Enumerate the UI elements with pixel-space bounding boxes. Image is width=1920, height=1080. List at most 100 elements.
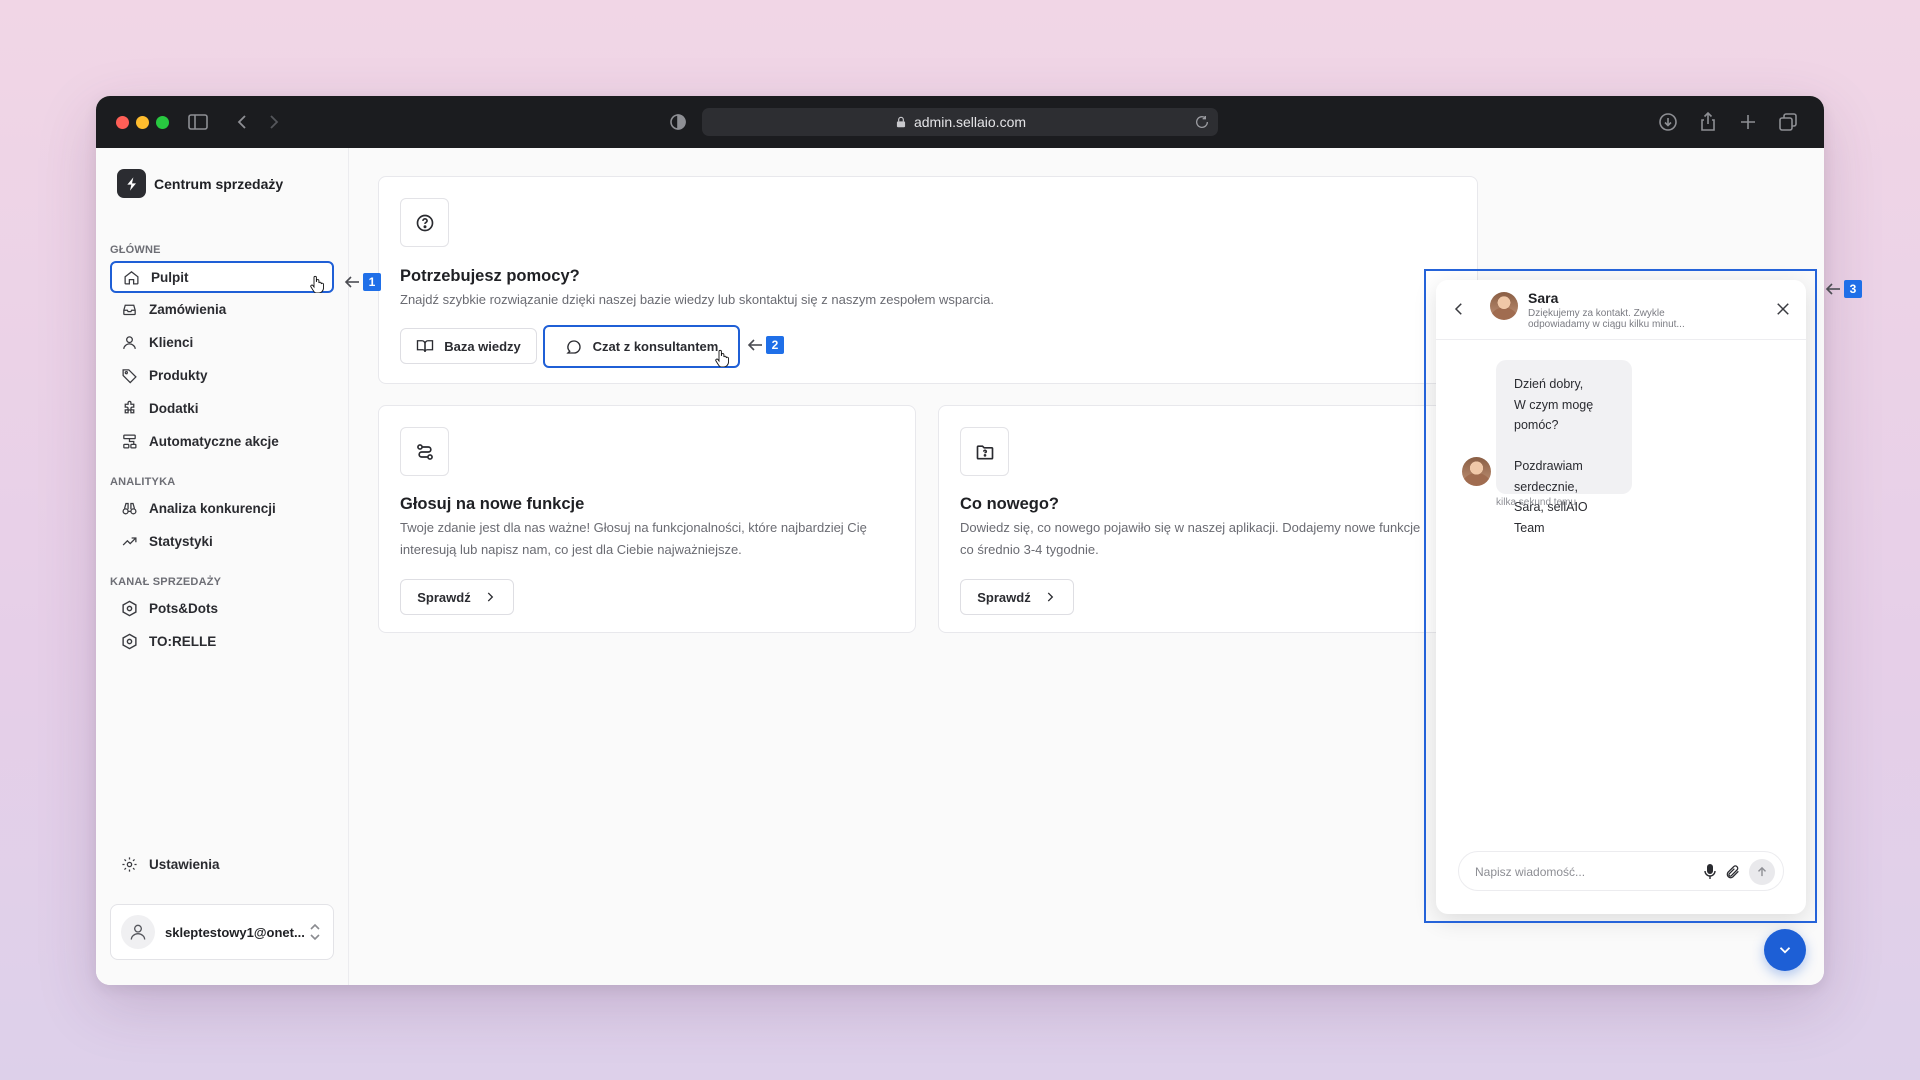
help-card: Potrzebujesz pomocy? Znajdź szybkie rozw… — [378, 176, 1478, 384]
sidebar-item-label: Pulpit — [151, 269, 189, 285]
book-open-icon — [416, 337, 434, 355]
hexagon-icon — [121, 633, 138, 650]
gear-icon — [121, 856, 138, 873]
sidebar-item-pulpit[interactable]: Pulpit — [110, 261, 334, 293]
sidebar-item-label: TO:RELLE — [149, 633, 217, 649]
arrow-left-icon — [747, 339, 763, 351]
user-email: skleptestowy1@onet... — [165, 924, 305, 940]
help-card-title: Potrzebujesz pomocy? — [400, 267, 580, 285]
avatar — [121, 915, 155, 949]
sidebar-item-produkty[interactable]: Produkty — [110, 359, 334, 391]
sidebar-item-statystyki[interactable]: Statystyki — [110, 525, 334, 557]
annotation-2: 2 — [747, 336, 784, 354]
sidebar-item-klienci[interactable]: Klienci — [110, 326, 334, 358]
hand-cursor-icon — [714, 349, 730, 367]
send-button[interactable] — [1749, 859, 1775, 885]
tag-icon — [121, 367, 138, 384]
home-icon — [123, 269, 140, 286]
message-avatar — [1462, 457, 1491, 486]
download-icon[interactable] — [1656, 110, 1680, 134]
annotation-3: 3 — [1825, 280, 1862, 298]
sidebar-item-dodatki[interactable]: Dodatki — [110, 392, 334, 424]
agent-avatar — [1490, 292, 1518, 320]
puzzle-icon — [121, 400, 138, 417]
back-icon[interactable] — [230, 110, 254, 134]
message-timestamp: kilka sekund temu — [1496, 497, 1577, 508]
arrow-left-icon — [344, 276, 360, 288]
news-card-description-line1: Dowiedz się, co nowego pojawiło się w na… — [960, 520, 1421, 535]
arrow-left-icon — [1825, 283, 1841, 295]
hexagon-icon — [121, 600, 138, 617]
sidebar-toggle-icon[interactable] — [186, 110, 210, 134]
sidebar-item-automatyczne-akcje[interactable]: Automatyczne akcje — [110, 425, 334, 457]
vote-card-description-line2: interesują lub napisz nam, co jest dla C… — [400, 542, 742, 557]
share-icon[interactable] — [1696, 110, 1720, 134]
reload-icon[interactable] — [1194, 114, 1210, 130]
new-tab-icon[interactable] — [1736, 110, 1760, 134]
folder-question-icon — [960, 427, 1009, 476]
annotation-1: 1 — [344, 273, 381, 291]
knowledge-base-label: Baza wiedzy — [444, 338, 521, 354]
sidebar-item-label: Ustawienia — [149, 856, 220, 872]
paperclip-icon[interactable] — [1725, 863, 1741, 881]
chat-with-consultant-button[interactable]: Czat z konsultantem — [543, 325, 740, 368]
microphone-icon[interactable] — [1702, 863, 1718, 881]
sidebar-item-pots-dots[interactable]: Pots&Dots — [110, 592, 334, 624]
brand-logo-icon — [117, 169, 146, 198]
sidebar-item-label: Automatyczne akcje — [149, 433, 279, 449]
sidebar-item-label: Zamówienia — [149, 301, 227, 317]
sidebar-item-torelle[interactable]: TO:RELLE — [110, 625, 334, 657]
address-bar[interactable]: admin.sellaio.com — [702, 108, 1218, 136]
section-label-main: GŁÓWNE — [110, 244, 161, 256]
lock-icon — [894, 115, 908, 129]
news-check-button[interactable]: Sprawdź — [960, 579, 1074, 615]
maximize-window-button[interactable] — [156, 116, 169, 129]
message-line: Pozdrawiam serdecznie, — [1514, 459, 1583, 494]
user-account-switcher[interactable]: skleptestowy1@onet... — [110, 904, 334, 960]
sidebar: Centrum sprzedaży GŁÓWNE Pulpit Zamówien… — [96, 148, 349, 985]
message-line: W czym mogę pomóc? — [1514, 397, 1594, 433]
forward-icon[interactable] — [262, 110, 286, 134]
binoculars-icon — [121, 500, 138, 517]
chat-toggle-button[interactable] — [1764, 929, 1806, 971]
help-circle-icon — [400, 198, 449, 247]
agent-subtitle: Dziękujemy za kontakt. Zwykle odpowiadam… — [1528, 308, 1685, 330]
close-icon[interactable] — [1774, 300, 1792, 318]
close-window-button[interactable] — [116, 116, 129, 129]
sidebar-item-analiza-konkurencji[interactable]: Analiza konkurencji — [110, 492, 334, 524]
vote-card-title: Głosuj na nowe funkcje — [400, 495, 585, 513]
news-card-title: Co nowego? — [960, 495, 1059, 513]
tab-overview-icon[interactable] — [1776, 110, 1800, 134]
agent-name: Sara — [1528, 290, 1559, 306]
knowledge-base-button[interactable]: Baza wiedzy — [400, 328, 537, 364]
brand[interactable]: Centrum sprzedaży — [117, 169, 283, 198]
sidebar-item-zamowienia[interactable]: Zamówienia — [110, 293, 334, 325]
minimize-window-button[interactable] — [136, 116, 149, 129]
vote-check-button[interactable]: Sprawdź — [400, 579, 514, 615]
news-card-description-line2: co średnio 3-4 tygodnie. — [960, 542, 1099, 557]
sidebar-item-ustawienia[interactable]: Ustawienia — [110, 848, 334, 880]
section-label-sales-channel: KANAŁ SPRZEDAŻY — [110, 576, 222, 588]
message-line: Dzień dobry, — [1514, 377, 1584, 391]
chat-widget: Sara Dziękujemy za kontakt. Zwykle odpow… — [1436, 280, 1806, 914]
sidebar-item-label: Pots&Dots — [149, 600, 219, 616]
route-icon — [400, 427, 449, 476]
user-icon — [121, 334, 138, 351]
annotation-badge: 2 — [766, 336, 784, 354]
annotation-badge: 1 — [363, 273, 381, 291]
privacy-shield-icon[interactable] — [666, 110, 690, 134]
trending-up-icon — [121, 533, 138, 550]
vote-check-label: Sprawdź — [417, 589, 471, 605]
message-line-blank — [1514, 436, 1614, 457]
chat-header: Sara Dziękujemy za kontakt. Zwykle odpow… — [1436, 280, 1806, 340]
chat-bubble-icon — [565, 338, 583, 356]
chat-message-input[interactable] — [1475, 862, 1695, 882]
chat-message-bubble: Dzień dobry, W czym mogę pomóc? Pozdrawi… — [1496, 360, 1632, 535]
annotation-badge: 3 — [1844, 280, 1862, 298]
chevron-left-icon[interactable] — [1450, 300, 1468, 318]
chat-input-bar — [1458, 851, 1784, 891]
brand-name: Centrum sprzedaży — [154, 175, 284, 192]
chat-with-consultant-label: Czat z konsultantem — [592, 339, 719, 354]
chevron-right-icon — [1043, 590, 1057, 604]
sidebar-item-label: Klienci — [149, 334, 194, 350]
